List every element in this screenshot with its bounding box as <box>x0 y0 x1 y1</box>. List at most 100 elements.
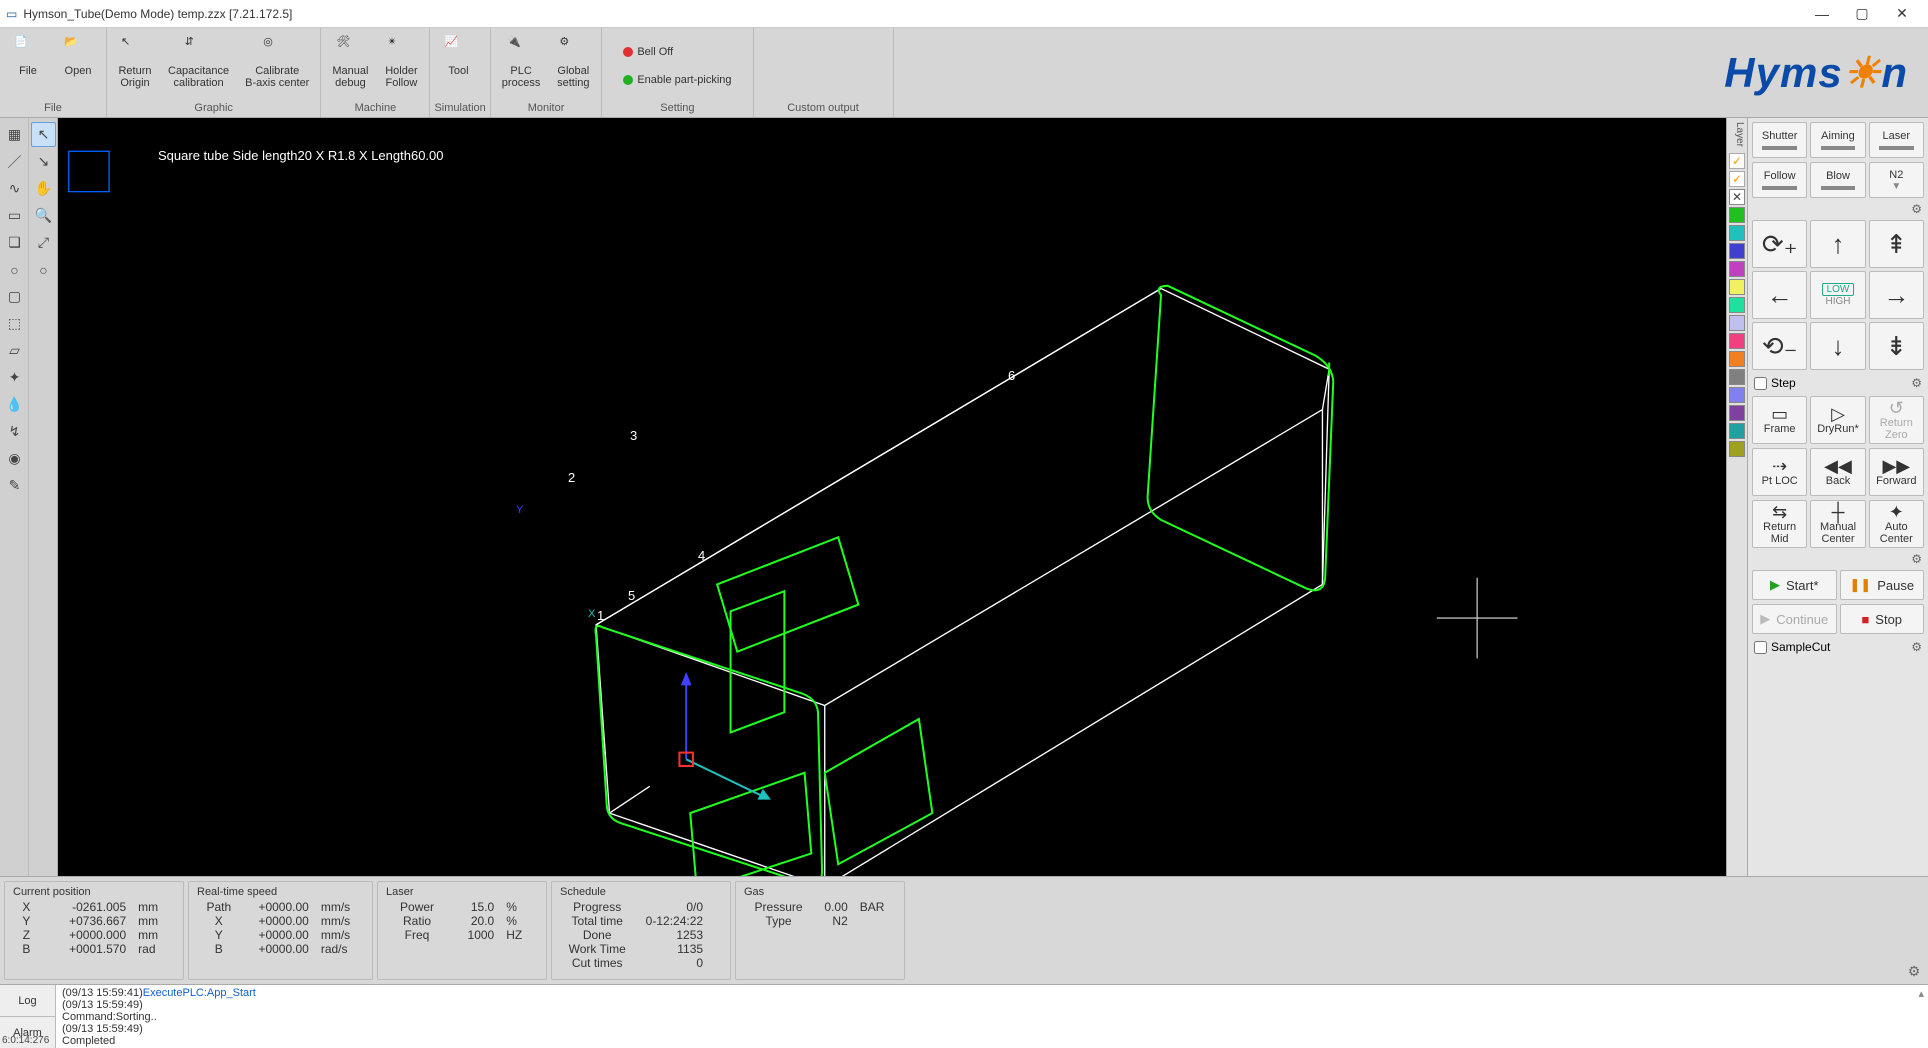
bell-off-button[interactable]: Bell Off <box>614 41 740 63</box>
node-icon[interactable]: ↘ <box>31 149 56 174</box>
star-icon[interactable]: ✦ <box>2 365 27 390</box>
layer-swatch[interactable] <box>1729 441 1745 457</box>
jog-down-button[interactable]: ↓ <box>1810 322 1865 370</box>
layer-swatch[interactable] <box>1729 225 1745 241</box>
n2-button[interactable]: N2▼ <box>1869 162 1924 198</box>
dot-icon[interactable]: ○ <box>31 257 56 282</box>
rect-icon[interactable]: ▭ <box>2 203 27 228</box>
z-down-button[interactable]: ⇟ <box>1869 322 1924 370</box>
layer-swatch[interactable] <box>1729 261 1745 277</box>
layer-swatch[interactable]: ✕ <box>1729 189 1745 205</box>
ptloc-button[interactable]: ⇢Pt LOC <box>1752 448 1807 496</box>
log-scroll-up[interactable]: ▴ <box>1918 987 1924 1000</box>
arrow-right-icon: → <box>1883 282 1909 308</box>
return-origin-button[interactable]: ↖Return Origin <box>111 30 159 101</box>
ptloc-label: Pt LOC <box>1762 475 1798 487</box>
layer-swatch[interactable] <box>1729 243 1745 259</box>
run-row-2: ⇢Pt LOC ◀◀Back ▶▶Forward <box>1752 448 1924 496</box>
hand-icon[interactable]: ✋ <box>31 176 56 201</box>
manual-center-button[interactable]: ┼Manual Center <box>1810 500 1865 548</box>
part-picking-button[interactable]: Enable part-picking <box>614 69 740 91</box>
follow-label: Follow <box>1764 170 1796 182</box>
back-button[interactable]: ◀◀Back <box>1810 448 1865 496</box>
open-button[interactable]: 📂Open <box>54 30 102 101</box>
jog-left-button[interactable]: ← <box>1752 271 1807 319</box>
layer-swatch[interactable] <box>1729 333 1745 349</box>
dryrun-button[interactable]: ▷DryRun* <box>1810 396 1865 444</box>
frame-button[interactable]: ▭Frame <box>1752 396 1807 444</box>
layer-swatch[interactable]: ✓ <box>1729 153 1745 169</box>
layer-swatch[interactable]: ✓ <box>1729 171 1745 187</box>
log-content[interactable]: (09/13 15:59:41)ExecutePLC:App_Start(09/… <box>56 985 1928 1048</box>
cursor-icon[interactable]: ↖ <box>31 122 56 147</box>
selbox-icon[interactable]: ⬚ <box>2 311 27 336</box>
auto-center-button[interactable]: ✦Auto Center <box>1869 500 1924 548</box>
layer-swatch[interactable] <box>1729 423 1745 439</box>
jog-reset-button[interactable]: ⟲₋ <box>1752 322 1807 370</box>
follow-button[interactable]: Follow <box>1752 162 1807 198</box>
window-minimize[interactable]: — <box>1802 0 1842 27</box>
circle-icon[interactable]: ○ <box>2 257 27 282</box>
return-zero-button[interactable]: ↺Return Zero <box>1869 396 1924 444</box>
jog-right-button[interactable]: → <box>1869 271 1924 319</box>
toggle-cog[interactable]: ⚙ <box>1752 202 1924 216</box>
log-line: Command:Sorting.. <box>62 1011 1922 1023</box>
run-cog[interactable]: ⚙ <box>1752 552 1924 566</box>
target-icon[interactable]: ◉ <box>2 446 27 471</box>
log-tab[interactable]: Log <box>0 985 55 1017</box>
node-3: 3 <box>630 428 637 443</box>
drop-icon[interactable]: 💧 <box>2 392 27 417</box>
layer-swatch[interactable] <box>1729 351 1745 367</box>
cap-cal-button[interactable]: ⇵Capacitance calibration <box>161 30 236 101</box>
laser-button[interactable]: Laser <box>1869 122 1924 158</box>
canvas[interactable]: Square tube Side length20 X R1.8 X Lengt… <box>58 118 1726 876</box>
step-input[interactable] <box>1754 377 1767 390</box>
fit-icon[interactable]: ⤢ <box>31 230 56 255</box>
zoom-icon[interactable]: 🔍 <box>31 203 56 228</box>
step-checkbox[interactable]: Step <box>1752 374 1798 392</box>
tool-button[interactable]: 📈Tool <box>434 30 482 101</box>
plc-button[interactable]: 🔌PLC process <box>495 30 548 101</box>
continue-button[interactable]: ▶Continue <box>1752 604 1837 634</box>
stop-button[interactable]: ■Stop <box>1840 604 1925 634</box>
return-mid-button[interactable]: ⇆Return Mid <box>1752 500 1807 548</box>
pause-button[interactable]: ❚❚Pause <box>1840 570 1925 600</box>
layer-swatch[interactable] <box>1729 207 1745 223</box>
rects-icon[interactable]: ❏ <box>2 230 27 255</box>
layer-swatch[interactable] <box>1729 279 1745 295</box>
grid-icon[interactable]: ▦ <box>2 122 27 147</box>
curve-icon[interactable]: ∿ <box>2 176 27 201</box>
manual-debug-button[interactable]: 🛠Manual debug <box>325 30 375 101</box>
poly-icon[interactable]: ▱ <box>2 338 27 363</box>
jog-home-button[interactable]: ⟳₊ <box>1752 220 1807 268</box>
holder-follow-button[interactable]: ✴Holder Follow <box>377 30 425 101</box>
play-cog[interactable]: ⚙ <box>1909 640 1924 654</box>
rect2-icon[interactable]: ▢ <box>2 284 27 309</box>
layer-swatch[interactable] <box>1729 405 1745 421</box>
speed-toggle-button[interactable]: LOWHIGH <box>1810 271 1865 319</box>
line-icon[interactable]: ／ <box>2 149 27 174</box>
window-close[interactable]: ✕ <box>1882 0 1922 27</box>
shutter-button[interactable]: Shutter <box>1752 122 1807 158</box>
bolt-icon[interactable]: ↯ <box>2 419 27 444</box>
global-button[interactable]: ⚙Global setting <box>549 30 597 101</box>
layer-swatch[interactable] <box>1729 369 1745 385</box>
aiming-button[interactable]: Aiming <box>1810 122 1865 158</box>
samplecut-input[interactable] <box>1754 641 1767 654</box>
jog-up-button[interactable]: ↑ <box>1810 220 1865 268</box>
forward-button[interactable]: ▶▶Forward <box>1869 448 1924 496</box>
layer-swatch[interactable] <box>1729 315 1745 331</box>
global-label: Global setting <box>557 65 589 89</box>
pen-icon[interactable]: ✎ <box>2 473 27 498</box>
layer-swatch[interactable] <box>1729 387 1745 403</box>
layer-swatch[interactable] <box>1729 297 1745 313</box>
blow-button[interactable]: Blow <box>1810 162 1865 198</box>
status-cog[interactable]: ⚙ <box>1904 881 1924 980</box>
samplecut-checkbox[interactable]: SampleCut <box>1752 638 1832 656</box>
window-maximize[interactable]: ▢ <box>1842 0 1882 27</box>
start-button[interactable]: ▶Start* <box>1752 570 1837 600</box>
cal-baxis-button[interactable]: ◎Calibrate B-axis center <box>238 30 316 101</box>
file-button[interactable]: 📄File <box>4 30 52 101</box>
jog-cog[interactable]: ⚙ <box>1909 376 1924 390</box>
z-up-button[interactable]: ⇞ <box>1869 220 1924 268</box>
